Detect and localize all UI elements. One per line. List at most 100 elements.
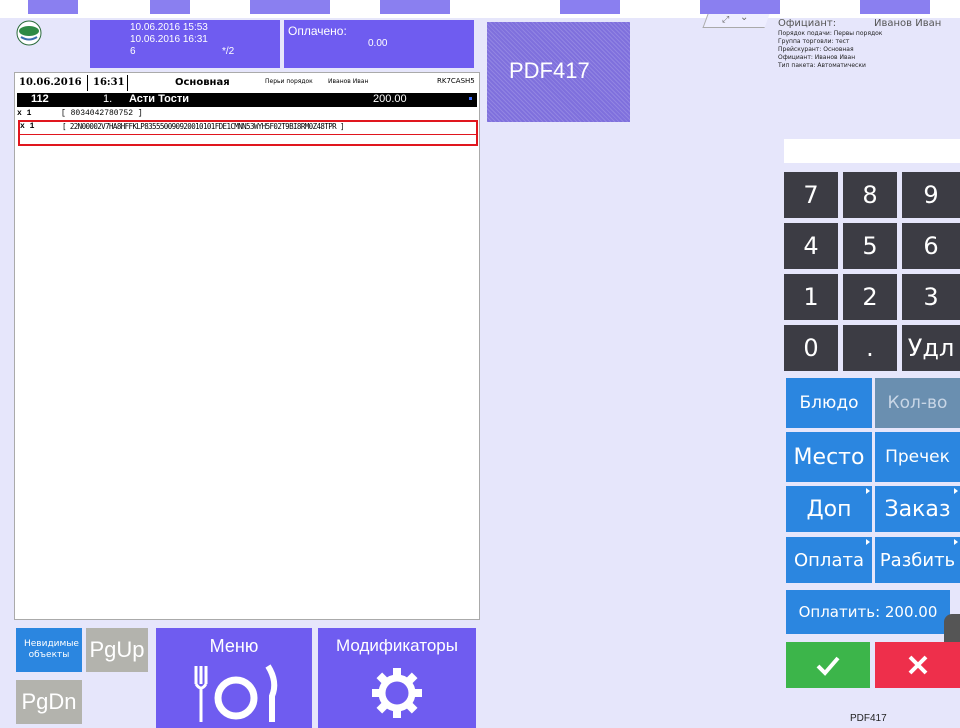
receipt-menu: Основная — [175, 77, 230, 88]
split-button[interactable]: Разбить — [875, 537, 960, 583]
plate-cutlery-icon — [194, 664, 278, 722]
paid-value: 0.00 — [368, 38, 388, 49]
window-controls — [702, 14, 770, 28]
key-0[interactable]: 0 — [784, 325, 838, 371]
chevron-down-icon[interactable]: ⌄ — [740, 12, 748, 23]
key-8[interactable]: 8 — [843, 172, 897, 218]
submenu-indicator — [954, 539, 958, 545]
order-button-label: Заказ — [884, 496, 951, 522]
highlighted-modifier-row[interactable]: x 1 [ 22N00002V7HA8HFFKLP835550090920010… — [18, 120, 478, 146]
modifier-qty: x 1 — [20, 122, 35, 131]
info-line: Тип пакета: Автоматически — [778, 62, 866, 69]
precheck-button[interactable]: Пречек — [875, 432, 960, 482]
confirm-button[interactable] — [786, 642, 870, 688]
invisible-objects-label: Невидимые объекты — [24, 639, 79, 660]
close-icon — [908, 655, 927, 675]
modifiers-button[interactable]: Модификаторы — [318, 628, 476, 728]
cancel-button[interactable] — [875, 642, 960, 688]
top-bar — [560, 0, 620, 14]
payment-button-label: Оплата — [794, 549, 864, 571]
split-button-label: Разбить — [879, 549, 956, 571]
dish-button-label: Блюдо — [799, 393, 859, 413]
page-up-label: PgUp — [89, 637, 145, 662]
extra-button-label: Доп — [806, 496, 852, 522]
status-dot — [469, 97, 472, 100]
invisible-objects-button[interactable]: Невидимые объекты — [16, 628, 82, 672]
key-5[interactable]: 5 — [843, 223, 897, 269]
key-1[interactable]: 1 — [784, 274, 838, 320]
page-down-label: PgDn — [21, 689, 77, 714]
paid-label: Оплачено: — [288, 24, 347, 38]
modifier-qty: x 1 — [17, 109, 32, 118]
dish-price: 200.00 — [373, 93, 407, 105]
waiter-label: Официант: — [778, 18, 837, 29]
receipt-waiter: Иванов Иван — [328, 78, 369, 85]
divider — [20, 134, 476, 135]
key-2[interactable]: 2 — [843, 274, 897, 320]
pay-total-label: Оплатить: 200.00 — [798, 603, 938, 621]
key-7[interactable]: 7 — [784, 172, 838, 218]
top-bar — [860, 0, 930, 14]
receipt-station: RK7CASH5 — [437, 77, 475, 85]
paid-panel: Оплачено: 0.00 — [284, 20, 474, 68]
order-info-panel[interactable]: 10.06.2016 15:53 10.06.2016 16:31 6 */2 — [90, 20, 280, 68]
modifier-code: [ 22N00002V7HA8HFFKLP835550090920010101F… — [62, 122, 345, 131]
submenu-indicator — [954, 488, 958, 494]
order-button[interactable]: Заказ — [875, 486, 960, 532]
receipt-panel[interactable]: 10.06.2016 16:31 Основная Перьи порядок … — [14, 72, 480, 620]
receipt-time: 16:31 — [93, 77, 125, 88]
dish-row[interactable]: 112 1. Асти Тости 200.00 — [17, 93, 477, 107]
order-open-time: 10.06.2016 15:53 — [130, 22, 208, 33]
divider — [87, 75, 88, 91]
quantity-input[interactable] — [784, 139, 960, 163]
top-bar — [28, 0, 78, 14]
expand-icon[interactable]: ⤢ — [722, 14, 729, 25]
top-bar — [150, 0, 190, 14]
table-code: */2 — [222, 46, 235, 57]
app-logo — [16, 20, 42, 46]
modifier-row[interactable]: x 1 [ 8034042780752 ] — [17, 109, 477, 119]
key-4[interactable]: 4 — [784, 223, 838, 269]
info-line: Порядок подачи: Первы порядок — [778, 30, 883, 37]
order-details: Официант: Иванов Иван Порядок подачи: Пе… — [778, 18, 960, 98]
check-icon — [816, 656, 840, 676]
key-9[interactable]: 9 — [902, 172, 960, 218]
place-button[interactable]: Место — [786, 432, 872, 482]
waiter-name: Иванов Иван — [874, 18, 942, 29]
precheck-button-label: Пречек — [885, 447, 950, 467]
payment-button[interactable]: Оплата — [786, 537, 872, 583]
dish-button[interactable]: Блюдо — [786, 378, 872, 428]
pdf417-label: PDF417 — [509, 58, 590, 83]
footer-label: PDF417 — [850, 713, 887, 724]
pay-total-button[interactable]: Оплатить: 200.00 — [786, 590, 950, 634]
menu-button[interactable]: Меню — [156, 628, 312, 728]
key-3[interactable]: 3 — [902, 274, 960, 320]
top-strip — [0, 0, 960, 18]
pdf417-button[interactable]: PDF417 — [487, 22, 630, 122]
order-current-time: 10.06.2016 16:31 — [130, 34, 208, 45]
key-delete[interactable]: Удл — [902, 325, 960, 371]
key-dot[interactable]: . — [843, 325, 897, 371]
gear-icon — [372, 668, 422, 718]
divider — [127, 75, 128, 91]
info-line: Группа торговли: тест — [778, 38, 850, 45]
submenu-indicator — [866, 488, 870, 494]
guest-count: 6 — [130, 46, 136, 57]
submenu-indicator — [866, 539, 870, 545]
quantity-button[interactable]: Кол-во — [875, 378, 960, 428]
line-number: 1. — [103, 93, 113, 105]
dish-name: Асти Тости — [129, 93, 189, 105]
top-bar — [250, 0, 330, 14]
page-up-button[interactable]: PgUp — [86, 628, 148, 672]
info-line: Прейскурант: Основная — [778, 46, 854, 53]
extra-button[interactable]: Доп — [786, 486, 872, 532]
modifier-code: [ 8034042780752 ] — [61, 109, 143, 118]
key-6[interactable]: 6 — [902, 223, 960, 269]
menu-button-label: Меню — [209, 636, 259, 656]
top-bar — [380, 0, 450, 14]
quantity-button-label: Кол-во — [887, 393, 948, 413]
modifiers-button-label: Модификаторы — [336, 636, 458, 655]
page-down-button[interactable]: PgDn — [16, 680, 82, 724]
info-line: Официант: Иванов Иван — [778, 54, 856, 61]
place-button-label: Место — [793, 444, 865, 470]
